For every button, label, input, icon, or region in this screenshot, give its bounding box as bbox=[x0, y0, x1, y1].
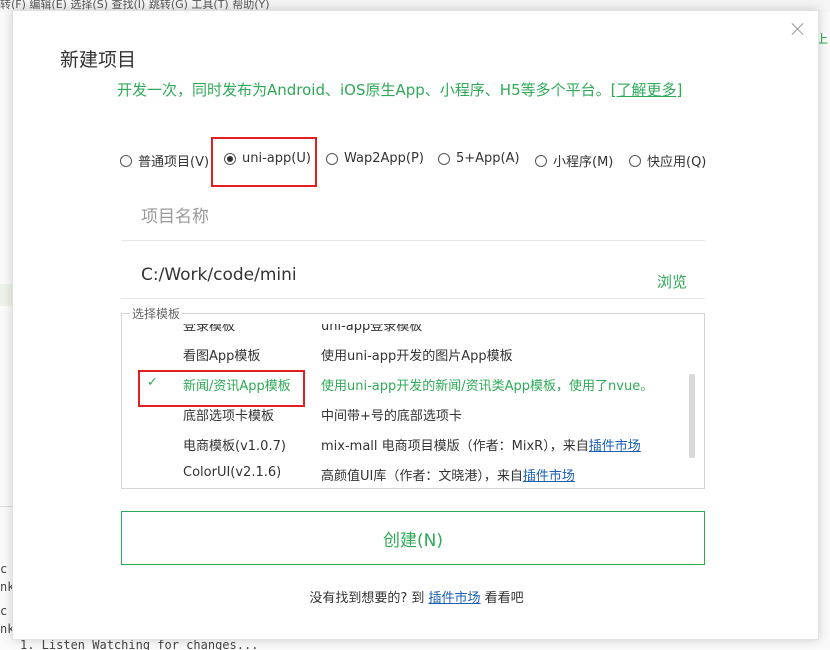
template-desc: 使用uni-app开发的图片App模板 bbox=[321, 349, 513, 364]
highlight-box-news-template bbox=[138, 370, 305, 407]
template-desc-text: 高颜值UI库（作者：文晓港），来自 bbox=[321, 469, 523, 484]
footer-hint: 没有找到想要的? 到 插件市场 看看吧 bbox=[13, 587, 820, 606]
plugin-market-link[interactable]: 插件市场 bbox=[523, 469, 575, 484]
radio-button-icon bbox=[326, 152, 338, 165]
template-name: 底部选项卡模板 bbox=[183, 409, 275, 424]
dialog-subtitle: 开发一次，同时发布为Android、iOS原生App、小程序、H5等多个平台。[… bbox=[117, 79, 682, 100]
close-icon[interactable] bbox=[790, 21, 806, 37]
radio-button-icon bbox=[438, 152, 450, 165]
learn-more-link[interactable]: [了解更多] bbox=[611, 81, 683, 99]
radio-wap2app[interactable]: Wap2App(P) bbox=[326, 151, 424, 166]
footer-prefix: 没有找到想要的? 到 bbox=[309, 591, 425, 606]
radio-button-icon bbox=[120, 154, 132, 167]
radio-label: Wap2App(P) bbox=[344, 151, 424, 166]
template-name: 看图App模板 bbox=[183, 349, 261, 364]
template-row[interactable]: 电商模板(v1.0.7) mix-mall 电商项目模版（作者：MixR），来自… bbox=[123, 430, 683, 460]
template-name: 登录模板 bbox=[183, 324, 236, 334]
template-desc: mix-mall 电商项目模版（作者：MixR），来自插件市场 bbox=[321, 435, 641, 454]
template-name: 电商模板(v1.0.7) bbox=[183, 439, 286, 454]
radio-normal-project[interactable]: 普通项目(V) bbox=[120, 151, 209, 170]
template-row[interactable]: 登录模板 uni-app登录模板 bbox=[123, 324, 683, 340]
project-name-input[interactable] bbox=[121, 193, 705, 240]
template-list-scrollbar[interactable] bbox=[689, 374, 695, 458]
radio-5plus-app[interactable]: 5+App(A) bbox=[438, 151, 520, 166]
project-path-input[interactable] bbox=[121, 251, 705, 298]
new-project-dialog: 新建项目 开发一次，同时发布为Android、iOS原生App、小程序、H5等多… bbox=[12, 10, 819, 640]
radio-label: 小程序(M) bbox=[553, 155, 614, 170]
template-desc: 使用uni-app开发的新闻/资讯类App模板，使用了nvue。 bbox=[321, 379, 654, 394]
create-button[interactable]: 创建(N) bbox=[121, 511, 705, 565]
footer-plugin-market-link[interactable]: 插件市场 bbox=[429, 591, 481, 606]
browse-button[interactable]: 浏览 bbox=[657, 271, 687, 292]
highlight-box-uni-app bbox=[211, 137, 317, 187]
background-current-line bbox=[0, 284, 12, 306]
template-desc: 中间带+号的底部选项卡 bbox=[321, 409, 462, 424]
dialog-title: 新建项目 bbox=[60, 49, 137, 71]
project-name-field bbox=[121, 193, 705, 241]
background-divider bbox=[0, 506, 12, 507]
radio-mini-program[interactable]: 小程序(M) bbox=[535, 151, 613, 170]
radio-button-icon bbox=[535, 154, 547, 167]
plugin-market-link[interactable]: 插件市场 bbox=[589, 439, 641, 454]
radio-label: 普通项目(V) bbox=[138, 155, 210, 170]
footer-suffix: 看看吧 bbox=[484, 591, 524, 606]
radio-button-icon bbox=[629, 154, 641, 167]
template-desc-text: mix-mall 电商项目模版（作者：MixR），来自 bbox=[321, 439, 589, 454]
radio-label: 快应用(Q) bbox=[647, 155, 707, 170]
template-row[interactable]: 看图App模板 使用uni-app开发的图片App模板 bbox=[123, 340, 683, 370]
template-legend: 选择模板 bbox=[130, 305, 183, 322]
template-name: ColorUI(v2.1.6) bbox=[183, 465, 282, 480]
template-desc: uni-app登录模板 bbox=[321, 324, 423, 334]
template-row[interactable]: ColorUI(v2.1.6) 高颜值UI库（作者：文晓港），来自插件市场 bbox=[123, 460, 683, 488]
project-path-field: 浏览 bbox=[121, 251, 705, 299]
radio-quick-app[interactable]: 快应用(Q) bbox=[629, 151, 706, 170]
template-desc: 高颜值UI库（作者：文晓港），来自插件市场 bbox=[321, 465, 575, 484]
subtitle-text: 开发一次，同时发布为Android、iOS原生App、小程序、H5等多个平台。 bbox=[117, 81, 611, 99]
radio-label: 5+App(A) bbox=[456, 151, 520, 166]
